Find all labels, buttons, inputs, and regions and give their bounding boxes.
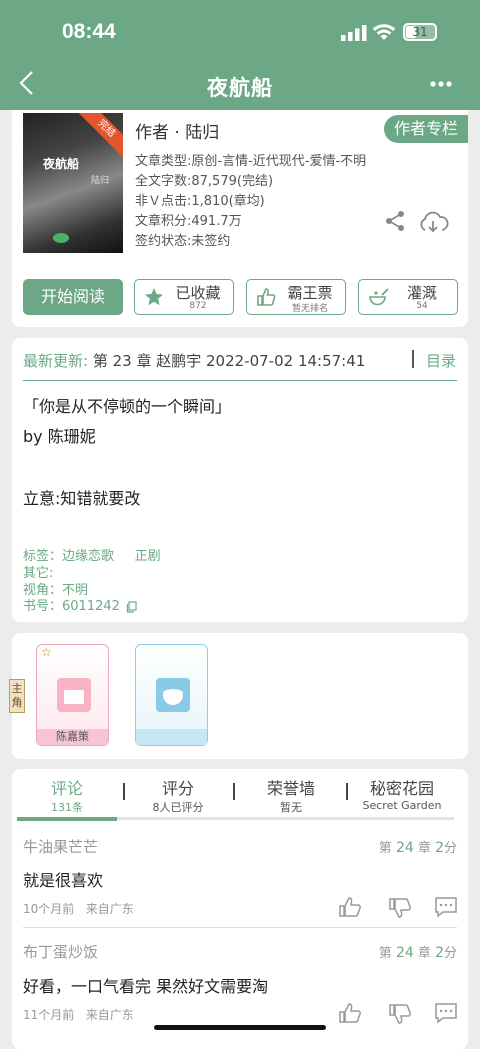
tab-comments[interactable]: 评论 131条 [37,775,97,815]
more-dots-icon [430,81,452,87]
wifi-icon [372,24,396,40]
latest-update-text: 第 23 章 赵鹏宇 2022-07-02 14:57:41 [92,352,366,370]
character-name [136,729,207,745]
book-cover[interactable]: 完结 夜航船 陆归 [23,113,123,253]
top-header: 08:44 31 夜航船 [0,0,480,110]
tab-label: 评论 [50,779,83,798]
tab-active-indicator [17,817,117,821]
catalog-link[interactable]: 目录 [426,350,456,371]
thumbs-down-icon[interactable] [388,897,412,919]
divider [23,380,457,381]
water-count: 54 [416,301,428,311]
tab-rating[interactable]: 评分 8人已评分 [138,775,218,815]
watering-bowl-icon [369,288,389,306]
avatar [57,678,91,712]
comment-text: 好看，一口气看完 果然好文需要淘 [23,977,269,996]
divider [23,927,457,928]
info-clicks: 非Ｖ点击:1,810(章均) [135,194,265,209]
tab-sub: Secret Garden [362,799,442,812]
info-score: 文章积分:491.7万 [135,214,242,229]
reply-comment-icon[interactable] [434,1002,458,1024]
character-card[interactable] [135,644,208,746]
info-type: 文章类型:原创-言情-近代现代-爱情-不明 [135,154,367,169]
description-card: 最新更新: 第 23 章 赵鹏宇 2022-07-02 14:57:41 目录 … [12,338,468,622]
tab-sub: 8人已评分 [152,801,204,814]
tab-honor-wall[interactable]: 荣誉墙 暂无 [253,775,329,815]
start-reading-button[interactable]: 开始阅读 [23,279,123,315]
copy-icon[interactable] [126,600,138,613]
more-button[interactable] [430,72,452,98]
comment-meta: 11个月前 来自广东 [23,1008,134,1022]
thumbs-up-icon[interactable] [338,896,362,918]
collect-button[interactable]: 已收藏 872 [134,279,234,315]
water-label: 灌溉 [406,284,437,302]
divider [412,350,414,368]
cellular-signal-icon [341,25,367,41]
download-cloud-icon[interactable] [417,210,449,234]
cover-author: 陆归 [91,176,110,186]
page-title: 夜航船 [207,76,273,100]
protagonist-badge: 主角 [9,679,25,713]
character-card[interactable]: ☆ 陈嘉策 [36,644,109,746]
divider [346,783,348,800]
description-line-3: 立意:知错就要改 [23,489,141,508]
tab-sub: 131条 [51,801,83,814]
star-icon [145,288,163,306]
star-outline-icon: ☆ [41,645,52,659]
thumbs-down-icon[interactable] [388,1003,412,1025]
author-name[interactable]: 作者 · 陆归 [135,118,219,143]
book-info-card: 完结 夜航船 陆归 作者 · 陆归 作者专栏 文章类型:原创-言情-近代现代-爱… [12,110,468,327]
battery-level: 31 [412,25,428,39]
home-indicator [154,1025,326,1030]
vote-button[interactable]: 霸王票 暂无排名 [246,279,346,315]
description-line-2: by 陈珊妮 [23,427,96,446]
info-sign: 签约状态:未签约 [135,234,231,249]
avatar [156,678,190,712]
completed-ribbon: 完结 [75,113,123,160]
comment-user[interactable]: 布丁蛋炒饭 [23,941,98,962]
thumbs-up-icon[interactable] [338,1002,362,1024]
collect-label: 已收藏 [175,284,221,302]
battery-icon: 31 [403,23,437,41]
status-time: 08:44 [62,20,116,43]
thumbs-up-icon [257,288,276,306]
cover-title: 夜航船 [43,157,80,171]
info-wordcount: 全文字数:87,579(完结) [135,174,274,189]
reply-comment-icon[interactable] [434,896,458,918]
comments-card: 评论 131条 评分 8人已评分 荣誉墙 暂无 秘密花园 Secret Gard… [12,769,468,1049]
latest-update-label: 最新更新: [23,352,89,370]
water-button[interactable]: 灌溉 54 [358,279,458,315]
description-line-1: 「你是从不停顿的一个瞬间」 [23,397,232,416]
cover-leaf-decoration [53,233,69,243]
book-number: 书号：6011242 [23,595,138,614]
author-column-button[interactable]: 作者专栏 [384,115,468,143]
tab-secret-garden[interactable]: 秘密花园 Secret Garden [356,775,448,812]
tab-label: 荣誉墙 [266,779,315,798]
vote-rank: 暂无排名 [291,304,328,314]
tab-sub: 暂无 [280,801,302,814]
divider [233,783,235,800]
comment-text: 就是很喜欢 [23,871,104,890]
latest-update[interactable]: 最新更新: 第 23 章 赵鹏宇 2022-07-02 14:57:41 [23,350,365,371]
book-number-text: 书号：6011242 [23,599,120,614]
comment-meta: 10个月前 来自广东 [23,902,134,916]
comment-chapter-score: 第 24 章 2分 [378,945,457,961]
tab-label: 评分 [161,779,194,798]
vote-label: 霸王票 [287,284,333,302]
character-name: 陈嘉策 [37,729,108,745]
comment-chapter-score: 第 24 章 2分 [378,840,457,856]
tab-label: 秘密花园 [369,779,434,798]
share-icon[interactable] [384,210,406,232]
collect-count: 872 [189,301,207,311]
comment-user[interactable]: 牛油果芒芒 [23,836,98,857]
divider [123,783,125,800]
characters-card: 主角 ☆ 陈嘉策 [9,633,468,759]
